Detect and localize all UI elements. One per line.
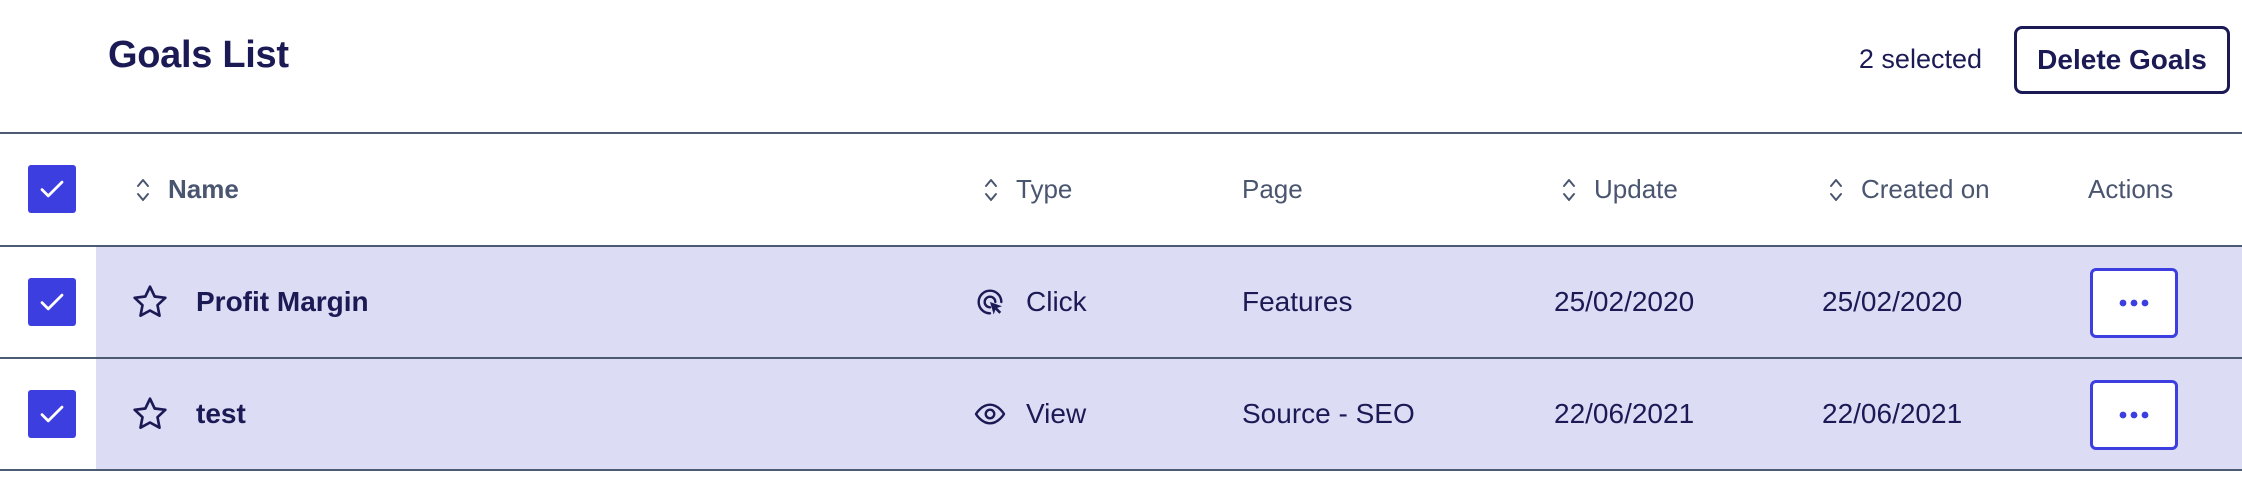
goal-update: 22/06/2021 bbox=[1554, 398, 1695, 429]
sort-icon[interactable] bbox=[1562, 176, 1576, 204]
table-row[interactable]: Profit Margin Click Features 25/02/2020 … bbox=[0, 247, 2242, 357]
check-icon bbox=[40, 405, 64, 423]
page-header: Goals List 2 selected Delete Goals bbox=[0, 0, 2242, 132]
star-icon[interactable] bbox=[130, 282, 170, 322]
cursor-click-icon bbox=[977, 289, 1003, 315]
goal-update: 25/02/2020 bbox=[1554, 286, 1695, 317]
goal-type-cell: View bbox=[974, 359, 1086, 469]
more-horizontal-icon bbox=[2119, 299, 2149, 307]
row-actions-button[interactable] bbox=[2090, 268, 2178, 338]
goal-page: Features bbox=[1242, 286, 1353, 317]
goal-type: Click bbox=[1026, 286, 1087, 317]
goal-created-on: 25/02/2020 bbox=[1822, 286, 1963, 317]
column-label-created-on: Created on bbox=[1861, 174, 1990, 204]
goal-created-on: 22/06/2021 bbox=[1822, 398, 1963, 429]
goal-type: View bbox=[1026, 398, 1087, 429]
goal-created-cell: 22/06/2021 bbox=[1822, 359, 1962, 469]
star-icon[interactable] bbox=[130, 394, 170, 434]
delete-goals-button[interactable]: Delete Goals bbox=[2014, 26, 2230, 94]
select-all-checkbox[interactable] bbox=[28, 165, 76, 213]
goal-page: Source - SEO bbox=[1242, 398, 1415, 429]
eye-icon bbox=[974, 403, 1006, 425]
column-header-type[interactable]: Type bbox=[984, 134, 1072, 245]
check-icon bbox=[40, 180, 64, 198]
goal-name-cell: test bbox=[130, 359, 246, 469]
row-actions-button[interactable] bbox=[2090, 380, 2178, 450]
sort-icon[interactable] bbox=[136, 176, 150, 204]
column-header-actions: Actions bbox=[2088, 134, 2173, 245]
sort-icon[interactable] bbox=[1829, 176, 1843, 204]
column-header-name[interactable]: Name bbox=[136, 134, 239, 245]
column-header-created-on[interactable]: Created on bbox=[1829, 134, 1990, 245]
column-label-actions: Actions bbox=[2088, 174, 2174, 204]
row-checkbox[interactable] bbox=[28, 390, 76, 438]
sort-icon[interactable] bbox=[984, 176, 998, 204]
goal-update-cell: 22/06/2021 bbox=[1554, 359, 1694, 469]
column-label-update: Update bbox=[1594, 174, 1678, 204]
table-header: Name Type Page Update Created on Actions bbox=[0, 134, 2242, 245]
more-horizontal-icon bbox=[2119, 411, 2149, 419]
row-checkbox[interactable] bbox=[28, 278, 76, 326]
column-label-name: Name bbox=[168, 174, 239, 204]
column-label-type: Type bbox=[1016, 174, 1073, 204]
check-icon bbox=[40, 293, 64, 311]
goal-created-cell: 25/02/2020 bbox=[1822, 247, 1962, 357]
goal-name-cell: Profit Margin bbox=[130, 247, 369, 357]
row-divider bbox=[0, 469, 2242, 471]
goal-name[interactable]: test bbox=[196, 398, 246, 430]
page-title: Goals List bbox=[108, 34, 289, 76]
goal-name[interactable]: Profit Margin bbox=[196, 286, 369, 318]
goal-page-cell: Source - SEO bbox=[1242, 359, 1415, 469]
column-header-page: Page bbox=[1242, 134, 1303, 245]
goal-page-cell: Features bbox=[1242, 247, 1353, 357]
table-row[interactable]: test View Source - SEO 22/06/2021 22/06/… bbox=[0, 359, 2242, 469]
goal-update-cell: 25/02/2020 bbox=[1554, 247, 1694, 357]
goal-type-cell: Click bbox=[974, 247, 1087, 357]
column-header-update[interactable]: Update bbox=[1562, 134, 1678, 245]
selected-count: 2 selected bbox=[1858, 44, 1982, 74]
column-label-page: Page bbox=[1242, 174, 1303, 204]
